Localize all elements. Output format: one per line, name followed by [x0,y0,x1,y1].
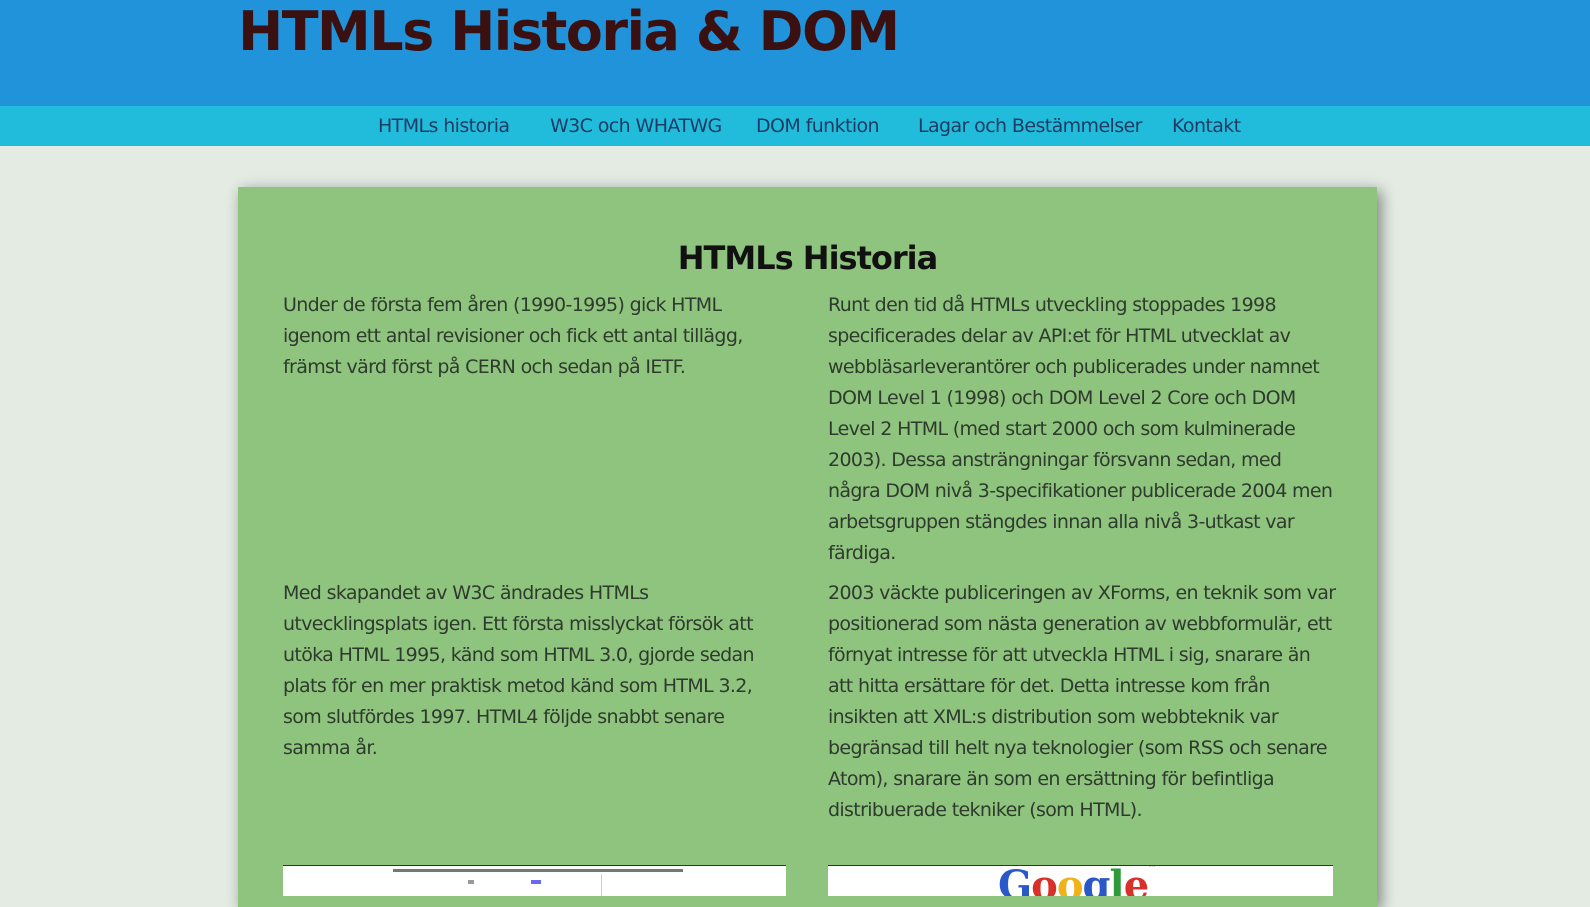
site-title: HTMLs Historia & DOM [238,0,900,63]
paragraph-w3c: Med skapandet av W3C ändrades HTMLs utve… [283,582,755,759]
screenshot-link [531,880,541,884]
section-heading: HTMLs Historia [677,239,938,277]
site-header: HTMLs Historia & DOM [0,0,1590,106]
nav-item-dom-funktion[interactable]: DOM funktion [756,106,880,146]
logo-letter: l [1109,865,1125,896]
nav-item-w3c-och-whatwg[interactable]: W3C och WHATWG [550,106,722,146]
paragraph-xforms: 2003 väckte publiceringen av XForms, en … [828,582,1336,821]
main-navigation: HTMLs historia W3C och WHATWG DOM funkti… [0,106,1590,146]
google-logo-image: Google™ [828,865,1333,896]
logo-letter: G [998,865,1032,896]
paragraph-dom-levels: Runt den tid då HTMLs utveckling stoppad… [828,294,1333,564]
screenshot-image-placeholder [468,880,474,884]
early-webpage-screenshot-image [283,865,786,896]
screenshot-divider [601,874,602,896]
logo-letter: o [1056,865,1084,896]
google-logo: Google™ [998,865,1156,896]
nav-item-kontakt[interactable]: Kontakt [1172,106,1241,146]
content-card: HTMLs Historia Under de första fem åren … [238,187,1377,907]
nav-item-htmls-historia[interactable]: HTMLs historia [378,106,510,146]
paragraph-early-years: Under de första fem åren (1990-1995) gic… [283,294,743,378]
logo-letter: e [1123,865,1149,896]
nav-item-lagar-och-bestammelser[interactable]: Lagar och Bestämmelser [918,106,1142,146]
trademark-symbol: ™ [1148,865,1156,872]
screenshot-text-line [393,869,683,872]
logo-letter: o [1031,865,1058,896]
logo-letter: g [1082,865,1111,896]
